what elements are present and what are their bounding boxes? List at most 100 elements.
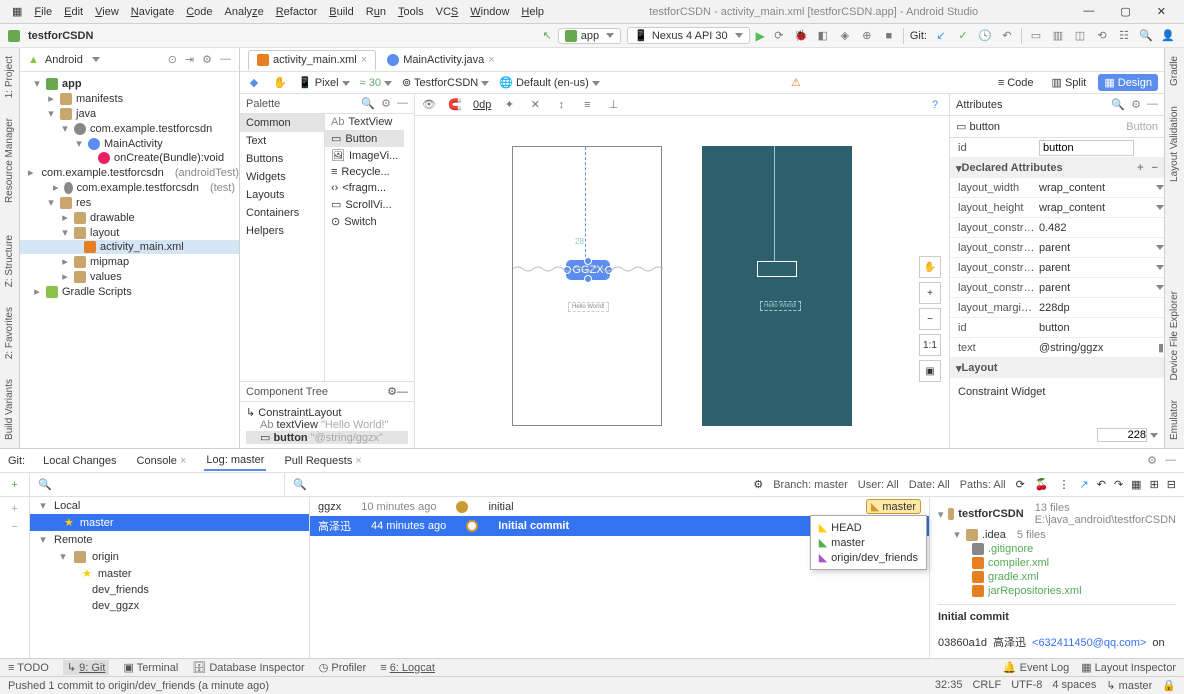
side-tab-emulator[interactable]: Emulator bbox=[1169, 400, 1180, 440]
close-tab-icon[interactable]: × bbox=[488, 54, 494, 66]
breadcrumb[interactable]: testforCSDN bbox=[28, 30, 93, 42]
palette-categories[interactable]: Common Text Buttons Widgets Layouts Cont… bbox=[240, 114, 325, 381]
split-view-button[interactable]: ▥ Split bbox=[1046, 74, 1093, 91]
author-email[interactable]: <632411450@qq.com> bbox=[1032, 637, 1146, 649]
attr-row[interactable]: layout_constrai...parent bbox=[950, 238, 1164, 258]
side-tab-project[interactable]: 1: Project bbox=[4, 56, 15, 98]
run-config-selector[interactable]: app bbox=[558, 28, 621, 44]
project-tree[interactable]: ▾app ▸manifests ▾java ▾com.example.testf… bbox=[20, 72, 239, 448]
menu-view[interactable]: View bbox=[89, 6, 125, 18]
eye-icon[interactable]: 👁 bbox=[421, 97, 437, 113]
search-icon[interactable]: 🔍 bbox=[361, 97, 375, 110]
indent[interactable]: 4 spaces bbox=[1052, 679, 1096, 692]
locale-dropdown[interactable]: 🌐 Default (en-us) bbox=[499, 76, 600, 89]
id-input[interactable] bbox=[1039, 140, 1134, 156]
tool-profiler[interactable]: ◷ Profiler bbox=[319, 661, 367, 674]
tab-activity-main[interactable]: activity_main.xml× bbox=[248, 50, 376, 70]
attr-row[interactable]: layout_constrai...0.482 bbox=[950, 218, 1164, 238]
scope-icon[interactable]: ⊙ bbox=[168, 53, 177, 66]
regex-icon[interactable]: ⚙ bbox=[753, 478, 763, 491]
device-dropdown[interactable]: 📱 Pixel bbox=[298, 76, 350, 89]
remove-attr-icon[interactable]: − bbox=[1152, 162, 1158, 174]
pan-button[interactable]: ✋ bbox=[919, 256, 941, 278]
close-button[interactable]: ✕ bbox=[1151, 5, 1172, 18]
branch-list[interactable]: ▾Local ★master ▾Remote ▾origin ★master d… bbox=[30, 497, 310, 658]
sync-icon[interactable]: ⟲ bbox=[1094, 28, 1110, 44]
branch-search[interactable] bbox=[58, 479, 276, 491]
nav-icon[interactable]: ↗ bbox=[1080, 478, 1089, 491]
help-icon[interactable]: ? bbox=[927, 97, 943, 113]
tab-console[interactable]: Console × bbox=[135, 452, 189, 470]
collapse-icon[interactable]: ⇥ bbox=[185, 53, 194, 66]
zoom-frame-button[interactable]: ▣ bbox=[919, 360, 941, 382]
project-view-mode[interactable]: Android bbox=[45, 54, 83, 66]
hide-icon[interactable]: — bbox=[397, 97, 408, 110]
design-canvas[interactable]: 👁 🧲 0dp ✦ ✕ ↕ ≡ ⊥ ? 28 GGZX bbox=[415, 94, 949, 448]
side-tab-device-explorer[interactable]: Device File Explorer bbox=[1169, 291, 1180, 380]
tool-todo[interactable]: ≡ TODO bbox=[8, 662, 49, 674]
debug-icon[interactable]: 🐞 bbox=[793, 28, 809, 44]
gear-icon[interactable]: ⚙ bbox=[1147, 454, 1157, 467]
pan-icon[interactable]: ✋ bbox=[272, 75, 288, 91]
coverage-icon[interactable]: ◈ bbox=[837, 28, 853, 44]
magnet-icon[interactable]: 🧲 bbox=[447, 97, 463, 113]
undo-icon[interactable]: ↶ bbox=[1097, 478, 1106, 491]
back-icon[interactable]: ↖ bbox=[543, 29, 552, 42]
paths-filter[interactable]: Paths: All bbox=[960, 479, 1006, 491]
user-filter[interactable]: User: All bbox=[858, 479, 899, 491]
search-icon[interactable]: 🔍 bbox=[1111, 98, 1125, 111]
attr-row[interactable]: layout_marginT...228dp bbox=[950, 298, 1164, 318]
lock-icon[interactable]: 🔒 bbox=[1162, 679, 1176, 692]
menu-build[interactable]: Build bbox=[323, 6, 359, 18]
cursor-pos[interactable]: 32:35 bbox=[935, 679, 963, 692]
event-log[interactable]: 🔔 Event Log bbox=[1003, 661, 1069, 674]
menu-vcs[interactable]: VCS bbox=[430, 6, 465, 18]
menu-analyze[interactable]: Analyze bbox=[219, 6, 270, 18]
menu-run[interactable]: Run bbox=[360, 6, 392, 18]
remove-fav-icon[interactable]: − bbox=[0, 521, 29, 533]
attr-row[interactable]: layout_widthwrap_content bbox=[950, 178, 1164, 198]
gear-icon[interactable]: ⚙ bbox=[202, 53, 212, 66]
tab-pull-requests[interactable]: Pull Requests × bbox=[282, 452, 363, 470]
settings-icon[interactable]: 👤 bbox=[1160, 28, 1176, 44]
group-icon[interactable]: ▦ bbox=[1131, 478, 1141, 491]
default-margin[interactable]: 0dp bbox=[473, 99, 491, 111]
collapse-icon[interactable]: ⊟ bbox=[1167, 478, 1176, 491]
tool-db[interactable]: 🗄 Database Inspector bbox=[192, 661, 304, 674]
menu-refactor[interactable]: Refactor bbox=[270, 6, 324, 18]
structure-icon[interactable]: ☷ bbox=[1116, 28, 1132, 44]
side-tab-gradle[interactable]: Gradle bbox=[1169, 56, 1180, 86]
tool-terminal[interactable]: ▣ Terminal bbox=[123, 661, 178, 674]
zoom-fit-button[interactable]: 1:1 bbox=[919, 334, 941, 356]
align-icon[interactable]: ≡ bbox=[579, 97, 595, 113]
select-icon[interactable]: ◆ bbox=[246, 75, 262, 91]
attach-icon[interactable]: ⊕ bbox=[859, 28, 875, 44]
design-view-button[interactable]: ▦ Design bbox=[1098, 74, 1158, 91]
vcs-history-icon[interactable]: 🕓 bbox=[977, 28, 993, 44]
cherry-pick-icon[interactable]: 🍒 bbox=[1035, 478, 1049, 491]
theme-dropdown[interactable]: ⊚ TestforCSDN bbox=[402, 76, 489, 89]
side-tab-build-variants[interactable]: Build Variants bbox=[4, 379, 15, 440]
menu-code[interactable]: Code bbox=[180, 6, 218, 18]
api-dropdown[interactable]: ≈ 30 bbox=[360, 77, 392, 89]
branch-filter[interactable]: Branch: master bbox=[773, 479, 848, 491]
line-ending[interactable]: CRLF bbox=[972, 679, 1001, 692]
design-surface[interactable]: 28 GGZX Hello World! bbox=[512, 146, 662, 426]
close-tab-icon[interactable]: × bbox=[361, 54, 367, 66]
commit-log[interactable]: ggzx10 minutes agoinitial◣ master 高泽迅44 … bbox=[310, 497, 929, 658]
add-fav-icon[interactable]: + bbox=[0, 503, 29, 515]
menu-navigate[interactable]: Navigate bbox=[125, 6, 180, 18]
side-tab-layout-validation[interactable]: Layout Validation bbox=[1169, 106, 1180, 182]
resource-icon[interactable]: ◫ bbox=[1072, 28, 1088, 44]
encoding[interactable]: UTF-8 bbox=[1011, 679, 1042, 692]
menu-file[interactable]: File bbox=[28, 6, 58, 18]
new-branch-icon[interactable]: + bbox=[11, 479, 17, 491]
attr-row[interactable]: layout_constrai...parent bbox=[950, 278, 1164, 298]
log-search[interactable] bbox=[317, 479, 744, 491]
expand-icon[interactable]: ⊞ bbox=[1150, 478, 1159, 491]
tab-log[interactable]: Log: master bbox=[204, 451, 266, 471]
vcs-commit-icon[interactable]: ✓ bbox=[955, 28, 971, 44]
zoom-in-button[interactable]: + bbox=[919, 282, 941, 304]
blueprint-surface[interactable]: Hello World! bbox=[702, 146, 852, 426]
wand-icon[interactable]: ✦ bbox=[501, 97, 517, 113]
